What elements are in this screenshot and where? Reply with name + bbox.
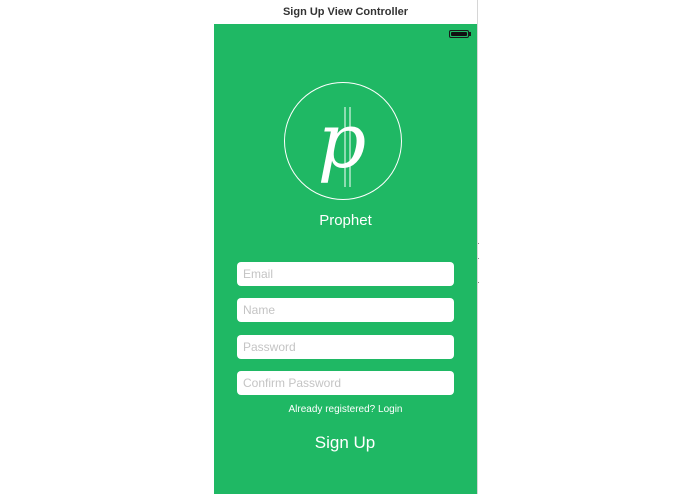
prophet-logo-icon: p <box>284 82 402 200</box>
name-field[interactable] <box>237 298 454 322</box>
constraint-dot <box>478 282 479 283</box>
constraint-markers <box>478 243 480 285</box>
view-controller-title: Sign Up View Controller <box>282 6 409 18</box>
sign-up-screen: p Prophet Already registered? Login Sign… <box>214 24 477 494</box>
logo-letter: p <box>318 96 367 185</box>
constraint-dot <box>478 258 479 259</box>
email-field[interactable] <box>237 262 454 286</box>
battery-level <box>451 32 467 36</box>
sign-up-button[interactable]: Sign Up <box>295 430 395 456</box>
logo-graphic: p <box>318 96 367 187</box>
battery-nub <box>469 32 471 36</box>
password-field[interactable] <box>237 335 454 359</box>
storyboard-canvas: Sign Up View Controller p Prophet Alread… <box>0 0 695 494</box>
app-name: Prophet <box>319 212 372 229</box>
constraint-dot <box>478 243 479 244</box>
confirm-password-field[interactable] <box>237 371 454 395</box>
battery-icon <box>449 30 471 38</box>
login-link[interactable]: Already registered? Login <box>214 404 477 415</box>
